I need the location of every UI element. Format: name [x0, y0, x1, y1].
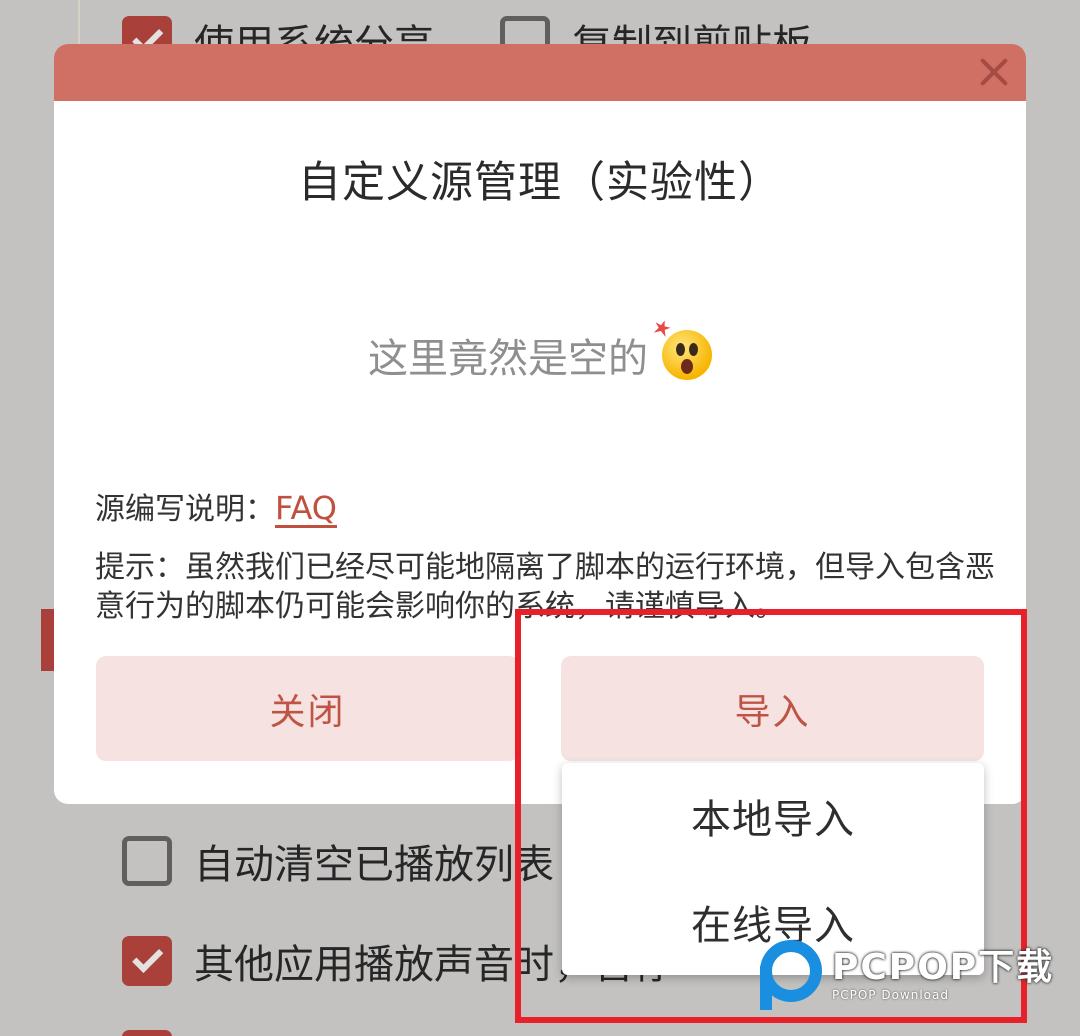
faq-prefix: 源编写说明： [95, 492, 275, 527]
dialog-title: 自定义源管理（实验性） [298, 158, 782, 208]
background-accent-bar [41, 609, 55, 671]
setting-auto-clear-played[interactable]: 自动清空已播放列表 [122, 832, 554, 890]
watermark-sub: PCPOP Download [832, 988, 949, 1002]
empty-state-text: 这里竟然是空的 [368, 336, 648, 382]
checkbox-checked-icon[interactable] [122, 1030, 172, 1036]
astonished-face-icon [662, 330, 712, 380]
close-button[interactable]: 关闭 [96, 656, 519, 761]
faq-row: 源编写说明： FAQ [95, 484, 337, 528]
close-icon[interactable] [974, 52, 1014, 92]
checkbox-checked-icon[interactable] [122, 936, 172, 986]
watermark: PCPOP下载 PCPOP Download [760, 940, 1054, 1010]
checkbox-unchecked-icon[interactable] [122, 836, 172, 886]
setting-label: 自动清空已播放列表 [194, 842, 554, 888]
pcpop-logo-icon [760, 940, 822, 1010]
dialog-header [54, 44, 1026, 101]
faq-link[interactable]: FAQ [275, 489, 337, 527]
watermark-main: PCPOP下载 [832, 947, 1055, 988]
setting-next-row[interactable] [122, 1030, 172, 1036]
empty-state: 这里竟然是空的 [54, 326, 1026, 384]
